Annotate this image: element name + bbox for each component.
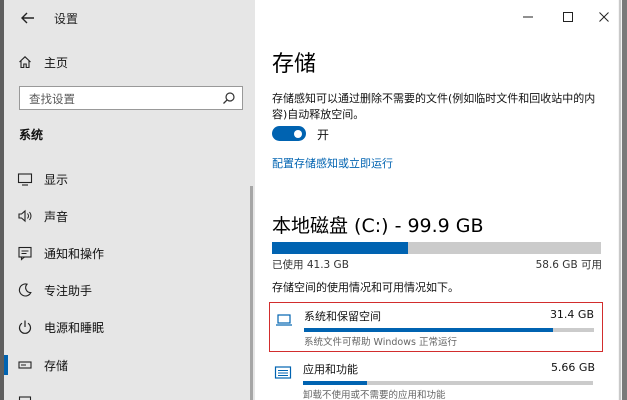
power-icon	[18, 320, 32, 334]
close-button[interactable]	[592, 8, 616, 26]
configure-storage-sense-link[interactable]: 配置存储感知或立即运行	[272, 155, 393, 171]
category-name: 应用和功能	[303, 363, 358, 376]
sidebar-item-sound[interactable]: 声音	[4, 203, 255, 229]
sidebar-item-storage[interactable]: 存储	[4, 352, 255, 378]
search-input[interactable]: 查找设置	[19, 86, 243, 110]
toggle-knob	[294, 129, 302, 138]
sidebar-item-label: 显示	[44, 173, 69, 187]
search-placeholder: 查找设置	[29, 92, 75, 106]
toggle-state-label: 开	[317, 128, 330, 142]
sidebar-item-label: 存储	[44, 359, 69, 373]
sidebar-item-label: 专注助手	[44, 284, 93, 298]
page-title: 存储	[272, 52, 317, 77]
section-title: 系统	[19, 128, 44, 142]
category-usage-fill	[304, 328, 554, 332]
close-icon	[599, 12, 609, 22]
minimize-button[interactable]	[516, 8, 540, 26]
category-description: 系统文件可帮助 Windows 正常运行	[304, 337, 457, 348]
category-size: 5.66 GB	[550, 361, 595, 374]
category-apps-features[interactable]: 应用和功能 5.66 GB 卸载不使用或不需要的应用和功能	[269, 356, 603, 400]
storage-sense-toggle[interactable]	[272, 126, 306, 141]
active-indicator	[4, 355, 8, 375]
sidebar-item-focus-assist[interactable]: 专注助手	[4, 277, 255, 303]
main-pane: 存储 存储感知可以通过删除不需要的文件(例如临时文件和回收站中的内容)自动释放空…	[255, 0, 622, 400]
back-button[interactable]	[18, 8, 38, 28]
home-icon	[19, 56, 31, 69]
apps-icon	[274, 366, 292, 379]
sidebar-scrollbar[interactable]	[248, 0, 254, 400]
home-nav-item[interactable]: 主页	[18, 53, 68, 71]
category-usage-fill	[303, 381, 367, 385]
monitor-icon	[17, 173, 33, 186]
maximize-button[interactable]	[556, 8, 580, 26]
sidebar-item-label: 电源和睡眠	[44, 321, 105, 335]
storage-sense-description: 存储感知可以通过删除不需要的文件(例如临时文件和回收站中的内容)自动释放空间。	[272, 92, 596, 121]
category-usage-bar	[304, 328, 594, 332]
arrow-left-icon	[21, 12, 34, 24]
disk-available-label: 58.6 GB 可用	[535, 259, 602, 271]
category-size: 31.4 GB	[549, 308, 594, 321]
category-description: 卸载不使用或不需要的应用和功能	[303, 390, 446, 400]
category-usage-bar	[303, 381, 593, 385]
window-title: 设置	[54, 12, 79, 26]
disk-usage-fill	[272, 242, 408, 254]
disk-usage-bar	[272, 242, 601, 254]
disk-used-label: 已使用 41.3 GB	[272, 259, 349, 271]
disk-title: 本地磁盘 (C:) - 99.9 GB	[272, 215, 484, 237]
sidebar-item-power[interactable]: 电源和睡眠	[4, 314, 255, 340]
sidebar-item-notifications[interactable]: 通知和操作	[4, 240, 255, 266]
category-system-reserved[interactable]: 系统和保留空间 31.4 GB 系统文件可帮助 Windows 正常运行	[269, 302, 603, 352]
window-right-edge	[622, 0, 627, 400]
sidebar-item-label: 声音	[44, 210, 69, 224]
main-scrollbar-thumb[interactable]	[619, 0, 621, 400]
tablet-icon	[18, 396, 32, 400]
sidebar-scrollbar-thumb[interactable]	[250, 186, 253, 400]
speaker-icon	[18, 209, 32, 223]
sidebar-item-label: 通知和操作	[44, 247, 105, 261]
maximize-icon	[563, 12, 573, 22]
sidebar-item-display[interactable]: 显示	[4, 166, 255, 192]
notification-icon	[18, 246, 32, 261]
sidebar: 设置 主页 查找设置 系统 显示 声音 通知和操作 专注助手 电源和睡眠 存储	[4, 0, 255, 400]
category-name: 系统和保留空间	[304, 310, 381, 323]
home-label: 主页	[44, 55, 69, 70]
moon-icon	[18, 283, 32, 297]
search-icon[interactable]	[222, 91, 236, 105]
laptop-icon	[276, 314, 292, 326]
minimize-icon	[523, 16, 533, 18]
sidebar-item-partial[interactable]	[4, 389, 255, 400]
storage-icon	[18, 361, 32, 369]
usage-note: 存储空间的使用情况和可用情况如下。	[272, 281, 459, 294]
